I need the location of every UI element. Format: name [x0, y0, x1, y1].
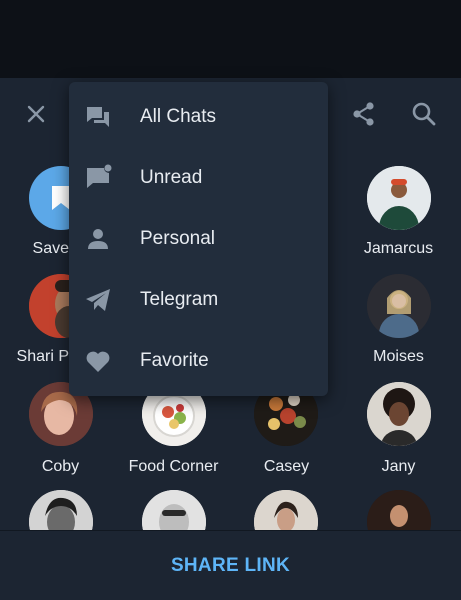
- share-link-bar: SHARE LINK: [0, 530, 461, 600]
- contact-name: Moises: [373, 348, 424, 365]
- contact-name: Jany: [381, 458, 416, 475]
- menu-item-unread[interactable]: Unread: [69, 147, 328, 208]
- person-photo-icon: [367, 274, 431, 338]
- contact-name: Save: [32, 240, 69, 257]
- close-icon: [27, 105, 45, 123]
- contact-name: Shari P: [16, 348, 69, 365]
- contact-name: Casey: [263, 458, 310, 475]
- chats-icon: [83, 102, 113, 132]
- share-button[interactable]: [344, 94, 384, 134]
- contact-name: Coby: [41, 458, 80, 475]
- menu-item-label: All Chats: [140, 105, 217, 127]
- person-photo-icon: [367, 166, 431, 230]
- menu-item-personal[interactable]: Personal: [69, 208, 328, 269]
- close-button[interactable]: [16, 94, 56, 134]
- search-button[interactable]: [404, 94, 444, 134]
- contact-name: Jamarcus: [363, 240, 434, 257]
- share-icon: [353, 102, 374, 126]
- status-bar-area: [0, 0, 461, 78]
- search-icon: [412, 102, 436, 126]
- menu-item-favorite[interactable]: Favorite: [69, 330, 328, 391]
- folder-menu: All Chats Unread Personal Telegram Favor…: [69, 82, 328, 396]
- avatar: [367, 166, 431, 230]
- heart-icon: [83, 346, 113, 376]
- unread-icon: [83, 163, 113, 193]
- telegram-icon: [83, 285, 113, 315]
- person-icon: [83, 224, 113, 254]
- contact-name: Food Corner: [128, 458, 219, 475]
- menu-item-label: Telegram: [140, 288, 219, 310]
- avatar: [367, 274, 431, 338]
- menu-item-telegram[interactable]: Telegram: [69, 269, 328, 330]
- menu-item-label: Favorite: [140, 349, 209, 371]
- menu-item-all-chats[interactable]: All Chats: [69, 86, 328, 147]
- menu-item-label: Unread: [140, 166, 203, 188]
- person-photo-icon: [367, 382, 431, 446]
- share-link-button[interactable]: SHARE LINK: [171, 555, 290, 577]
- avatar: [367, 382, 431, 446]
- menu-item-label: Personal: [140, 227, 215, 249]
